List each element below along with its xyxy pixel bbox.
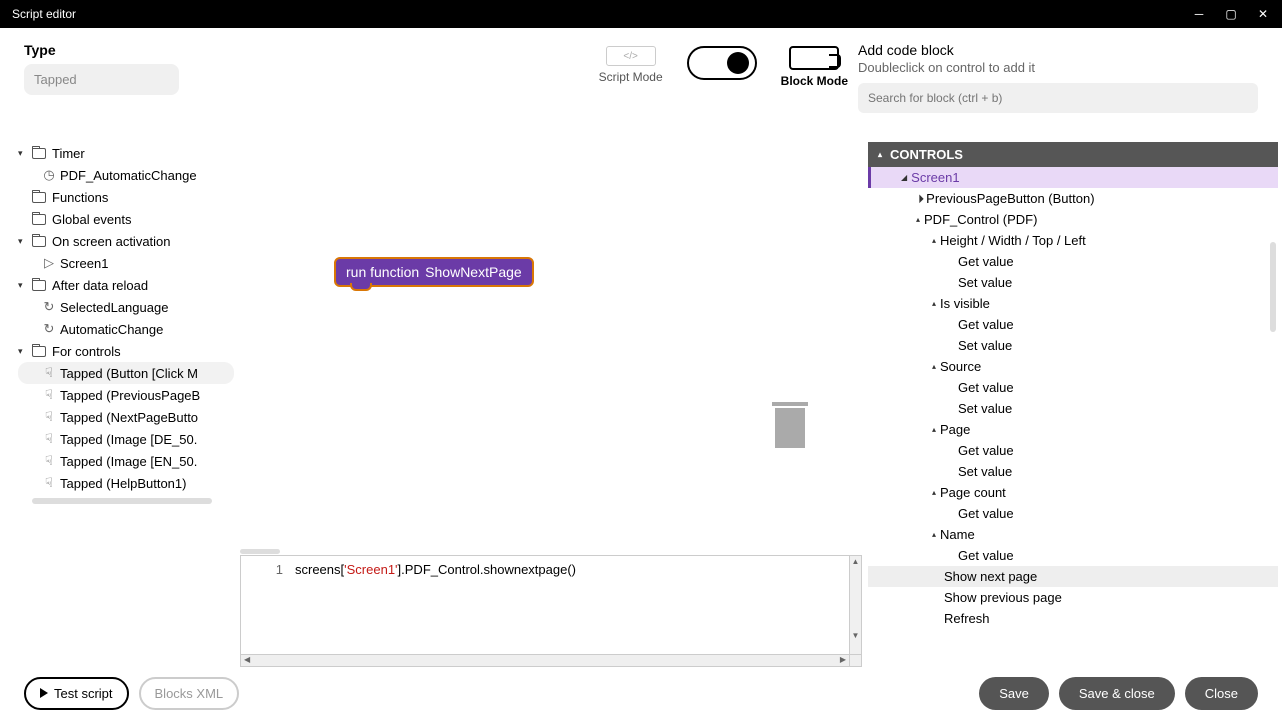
pointer-icon: ☟	[42, 431, 56, 447]
run-function-block[interactable]: run function ShowNextPage	[334, 257, 534, 287]
pointer-icon: ☟	[42, 453, 56, 469]
ctrl-is-visible[interactable]: ▴Is visible	[868, 293, 1278, 314]
event-tree: ▾ Timer ◷ PDF_AutomaticChange Functions …	[4, 142, 234, 667]
tree-tapped-3[interactable]: ☟ Tapped (NextPageButto	[18, 406, 234, 428]
script-mode-icon: </>	[606, 46, 656, 66]
close-icon[interactable]: ✕	[1256, 7, 1270, 21]
block-mode-option[interactable]: Block Mode	[781, 46, 848, 88]
tree-global-events[interactable]: Global events	[18, 208, 234, 230]
pointer-icon: ☟	[42, 387, 56, 403]
ctrl-show-prev[interactable]: Show previous page	[868, 587, 1278, 608]
add-block-subtitle: Doubleclick on control to add it	[858, 60, 1258, 75]
pointer-icon: ☟	[42, 409, 56, 425]
ctrl-refresh[interactable]: Refresh	[868, 608, 1278, 629]
line-number: 1	[241, 556, 291, 654]
code-hscroll[interactable]: ◀ ▶	[240, 655, 862, 667]
add-block-title: Add code block	[858, 42, 1258, 58]
ctrl-get-value[interactable]: Get value	[868, 545, 1278, 566]
tree-auto-change[interactable]: ↻ AutomaticChange	[18, 318, 234, 340]
ctrl-set-value[interactable]: Set value	[868, 272, 1278, 293]
ctrl-source[interactable]: ▴Source	[868, 356, 1278, 377]
tree-timer[interactable]: ▾ Timer	[18, 142, 234, 164]
ctrl-get-value[interactable]: Get value	[868, 377, 1278, 398]
titlebar: Script editor ─ ▢ ✕	[0, 0, 1282, 28]
ctrl-set-value[interactable]: Set value	[868, 398, 1278, 419]
ctrl-set-value[interactable]: Set value	[868, 335, 1278, 356]
search-input[interactable]	[858, 83, 1258, 113]
pointer-icon: ☟	[42, 475, 56, 491]
pointer-icon: ☟	[42, 365, 56, 381]
blocks-xml-button[interactable]: Blocks XML	[139, 677, 240, 710]
controls-vscroll[interactable]	[1270, 172, 1278, 372]
ctrl-page[interactable]: ▴Page	[868, 419, 1278, 440]
folder-icon	[32, 236, 46, 247]
save-close-button[interactable]: Save & close	[1059, 677, 1175, 710]
save-button[interactable]: Save	[979, 677, 1049, 710]
folder-icon	[32, 214, 46, 225]
tree-pdf-auto[interactable]: ◷ PDF_AutomaticChange	[18, 164, 234, 186]
block-mode-label: Block Mode	[781, 74, 848, 88]
tree-tapped-5[interactable]: ☟ Tapped (Image [EN_50.	[18, 450, 234, 472]
ctrl-page-count[interactable]: ▴Page count	[868, 482, 1278, 503]
ctrl-prev-button[interactable]: ◢PreviousPageButton (Button)	[868, 188, 1278, 209]
ctrl-get-value[interactable]: Get value	[868, 314, 1278, 335]
timer-icon: ◷	[42, 167, 56, 183]
folder-icon	[32, 280, 46, 291]
folder-icon	[32, 346, 46, 357]
play-icon: ▷	[42, 255, 56, 271]
minimize-icon[interactable]: ─	[1192, 7, 1206, 21]
maximize-icon[interactable]: ▢	[1224, 7, 1238, 21]
code-editor[interactable]: 1 screens['Screen1'].PDF_Control.shownex…	[240, 555, 862, 655]
ctrl-get-value[interactable]: Get value	[868, 251, 1278, 272]
block-mode-icon	[789, 46, 839, 70]
controls-header[interactable]: ▴ CONTROLS	[868, 142, 1278, 167]
ctrl-set-value[interactable]: Set value	[868, 461, 1278, 482]
folder-icon	[32, 148, 46, 159]
script-mode-option[interactable]: </> Script Mode	[599, 46, 663, 84]
play-icon	[40, 688, 48, 698]
type-label: Type	[24, 42, 224, 58]
tree-hscroll[interactable]	[32, 498, 234, 506]
tree-tapped-6[interactable]: ☟ Tapped (HelpButton1)	[18, 472, 234, 494]
ctrl-name[interactable]: ▴Name	[868, 524, 1278, 545]
tree-screen1[interactable]: ▷ Screen1	[18, 252, 234, 274]
tree-for-controls[interactable]: ▾ For controls	[18, 340, 234, 362]
script-mode-label: Script Mode	[599, 70, 663, 84]
mode-toggle[interactable]	[687, 46, 757, 80]
ctrl-screen1[interactable]: ◢Screen1	[868, 167, 1278, 188]
ctrl-hwtl[interactable]: ▴Height / Width / Top / Left	[868, 230, 1278, 251]
controls-panel: ▴ CONTROLS ◢Screen1 ◢PreviousPageButton …	[868, 142, 1278, 667]
refresh-icon: ↻	[42, 299, 56, 315]
test-script-button[interactable]: Test script	[24, 677, 129, 710]
ctrl-get-value[interactable]: Get value	[868, 440, 1278, 461]
folder-icon	[32, 192, 46, 203]
tree-tapped-2[interactable]: ☟ Tapped (PreviousPageB	[18, 384, 234, 406]
tree-after-reload[interactable]: ▾ After data reload	[18, 274, 234, 296]
tree-on-screen[interactable]: ▾ On screen activation	[18, 230, 234, 252]
tree-selected-lang[interactable]: ↻ SelectedLanguage	[18, 296, 234, 318]
close-button[interactable]: Close	[1185, 677, 1258, 710]
ctrl-get-value[interactable]: Get value	[868, 503, 1278, 524]
code-vscroll[interactable]: ▲ ▼	[849, 556, 861, 654]
trash-icon[interactable]	[772, 402, 808, 452]
type-input[interactable]	[24, 64, 179, 95]
tree-functions[interactable]: Functions	[18, 186, 234, 208]
code-line: screens['Screen1'].PDF_Control.shownextp…	[291, 556, 849, 654]
window-title: Script editor	[12, 7, 1192, 21]
ctrl-show-next[interactable]: Show next page	[868, 566, 1278, 587]
tree-tapped-4[interactable]: ☟ Tapped (Image [DE_50.	[18, 428, 234, 450]
block-canvas[interactable]: run function ShowNextPage	[234, 142, 868, 549]
refresh-icon: ↻	[42, 321, 56, 337]
tree-tapped-1[interactable]: ☟ Tapped (Button [Click M	[18, 362, 234, 384]
ctrl-pdf-control[interactable]: ▴PDF_Control (PDF)	[868, 209, 1278, 230]
